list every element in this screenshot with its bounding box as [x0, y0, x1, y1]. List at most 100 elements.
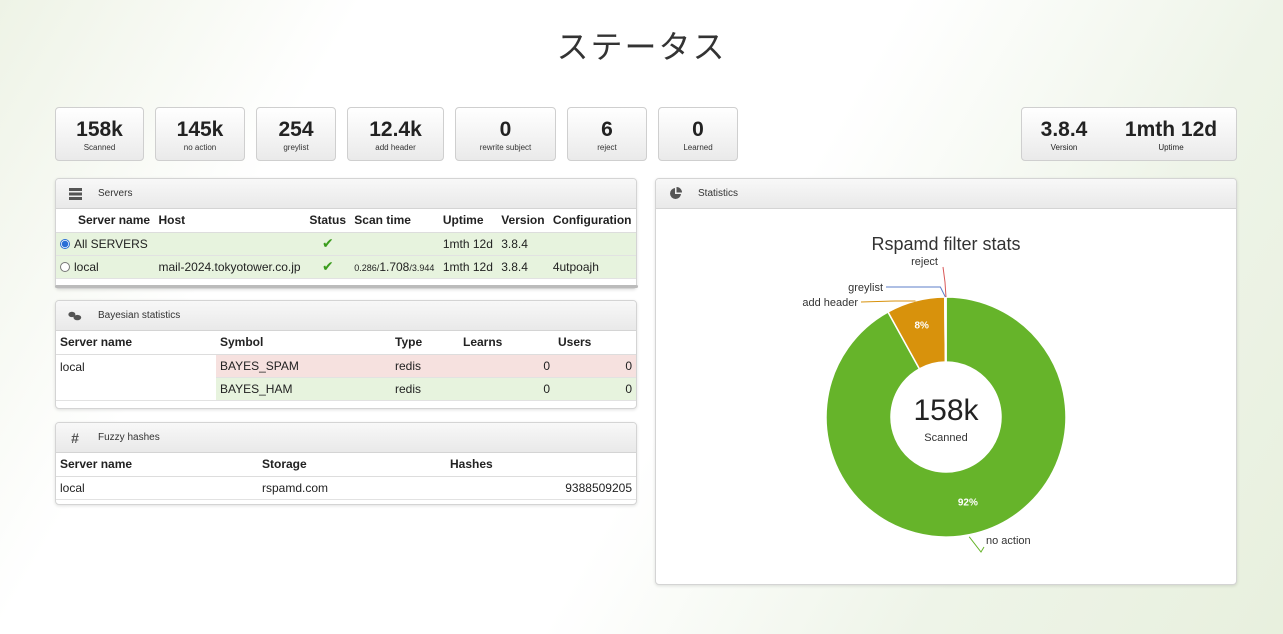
callout-line: [968, 536, 985, 553]
col-type[interactable]: Type: [391, 331, 459, 355]
fuzzy-hashes: 9388509205: [446, 476, 636, 500]
page-title: ステータス: [556, 28, 727, 66]
col-storage[interactable]: Storage: [258, 453, 446, 477]
server-radio-local[interactable]: [60, 261, 70, 272]
hash-icon: #: [71, 429, 79, 446]
stat-learned: 0 Learned: [658, 107, 738, 161]
server-radio-all[interactable]: [60, 238, 70, 249]
servers-table: Server name Host Status Scan time Uptime…: [56, 209, 636, 279]
table-header-row: Server name Host Status Scan time Uptime…: [56, 209, 636, 233]
col-host[interactable]: Host: [154, 209, 306, 233]
center-label: Scanned: [924, 432, 967, 444]
panel-title: Fuzzy hashes: [98, 432, 160, 443]
bayes-panel: Bayesian statistics Server name Symbol T…: [55, 300, 637, 409]
stat-label: no action: [183, 143, 217, 152]
col-users[interactable]: Users: [554, 331, 636, 355]
uptime-stat: 1mth 12d Uptime: [1106, 108, 1236, 160]
stat-value: 3.8.4: [1040, 118, 1088, 141]
bayes-type: redis: [391, 354, 459, 378]
table-row: local BAYES_SPAM redis 0 0: [56, 354, 636, 401]
bayes-users: 0: [554, 354, 636, 378]
bayes-table: Server name Symbol Type Learns Users loc…: [56, 331, 636, 401]
filter-stats-chart: Rspamd filter stats 92% 8% no action add h…: [675, 222, 1217, 572]
slice-percent-label: 92%: [958, 498, 978, 509]
bayes-type: redis: [391, 377, 459, 401]
fuzzy-table: Server name Storage Hashes local rspamd.…: [56, 453, 636, 500]
bayes-server-name: local: [56, 354, 216, 401]
uptime: 1mth 12d: [438, 255, 498, 279]
table-row: local rspamd.com 9388509205: [56, 476, 636, 500]
status-ok-icon: ✔: [321, 235, 334, 251]
panel-title: Servers: [98, 188, 133, 199]
servers-horizontal-scrollbar[interactable]: [55, 285, 638, 288]
col-server-name[interactable]: Server name: [56, 331, 216, 355]
stat-value: 0: [692, 118, 704, 141]
col-learns[interactable]: Learns: [459, 331, 554, 355]
scan-time-avg: 1.708: [379, 259, 410, 274]
bayes-symbol: BAYES_SPAM: [216, 354, 391, 378]
col-status[interactable]: Status: [305, 209, 351, 233]
bayes-panel-header: Bayesian statistics: [56, 301, 636, 331]
col-server-name[interactable]: Server name: [56, 453, 258, 477]
version-stat: 3.8.4 Version: [1022, 108, 1106, 160]
table-header-row: Server name Symbol Type Learns Users: [56, 331, 636, 355]
statistics-panel-header: Statistics: [656, 179, 1236, 209]
server-name: All SERVERS: [74, 236, 148, 251]
stat-value: 12.4k: [369, 118, 422, 141]
callout-label-reject: reject: [911, 256, 938, 268]
table-row[interactable]: All SERVERS ✔ 1mth 12d 3.8.4: [56, 232, 636, 256]
center-value: 158k: [913, 394, 979, 427]
stat-no-action: 145k no action: [155, 107, 245, 161]
server-info-box: 3.8.4 Version 1mth 12d Uptime: [1021, 107, 1237, 161]
callout-label-no-action: no action: [986, 535, 1031, 547]
col-scan-time[interactable]: Scan time: [350, 209, 439, 233]
stat-value: 145k: [176, 118, 224, 141]
col-version[interactable]: Version: [497, 209, 549, 233]
server-name: local: [74, 259, 99, 274]
donut-chart: Rspamd filter stats 92% 8% no action add h…: [802, 234, 1067, 553]
stat-label: Scanned: [83, 143, 116, 152]
chart-title: Rspamd filter stats: [871, 234, 1020, 254]
fuzzy-storage: rspamd.com: [258, 476, 446, 500]
servers-panel-header: Servers: [56, 179, 636, 209]
pie-chart-icon: [668, 187, 682, 201]
col-uptime[interactable]: Uptime: [438, 209, 498, 233]
servers-panel: Servers Server name Host Status Scan tim…: [55, 178, 637, 289]
panel-title: Statistics: [698, 188, 739, 199]
callout-line: [860, 300, 916, 303]
slice-percent-label: 8%: [914, 321, 929, 332]
stat-add-header: 12.4k add header: [347, 107, 444, 161]
table-row[interactable]: local mail-2024.tokyotower.co.jp ✔ 0.286…: [56, 255, 636, 279]
col-symbol[interactable]: Symbol: [216, 331, 391, 355]
fuzzy-panel-header: # Fuzzy hashes: [56, 423, 636, 453]
panel-title: Bayesian statistics: [98, 310, 181, 321]
col-hashes[interactable]: Hashes: [446, 453, 636, 477]
bayes-users: 0: [554, 377, 636, 401]
coins-icon: [68, 309, 82, 323]
stat-label: Version: [1050, 143, 1078, 152]
server-host: [154, 232, 306, 256]
bayes-learns: 0: [459, 354, 554, 378]
stat-value: 158k: [76, 118, 123, 141]
stat-rewrite-subject: 0 rewrite subject: [455, 107, 556, 161]
scan-time-max: /3.944: [409, 262, 435, 273]
col-server-name[interactable]: Server name: [74, 209, 155, 233]
configuration: 4utpoajh: [548, 255, 636, 279]
table-header-row: Server name Storage Hashes: [56, 453, 636, 477]
stat-label: greylist: [283, 143, 309, 152]
scan-time-min: 0.286/: [354, 262, 380, 273]
col-configuration[interactable]: Configuration: [548, 209, 636, 233]
stat-greylist: 254 greylist: [256, 107, 336, 161]
server-icon: [68, 187, 82, 201]
status-ok-icon: ✔: [321, 258, 334, 274]
stat-value: 6: [601, 118, 613, 141]
uptime: 1mth 12d: [438, 232, 498, 256]
stat-label: add header: [375, 143, 416, 152]
fuzzy-panel: # Fuzzy hashes Server name Storage Hashe…: [55, 422, 637, 505]
scan-time: 0.286/1.708/3.944: [350, 255, 439, 279]
server-host: mail-2024.tokyotower.co.jp: [154, 255, 306, 279]
stat-value: 1mth 12d: [1124, 118, 1218, 141]
stat-label: reject: [597, 143, 617, 152]
stat-value: 0: [499, 118, 512, 141]
callout-label-add-header: add header: [802, 297, 858, 309]
